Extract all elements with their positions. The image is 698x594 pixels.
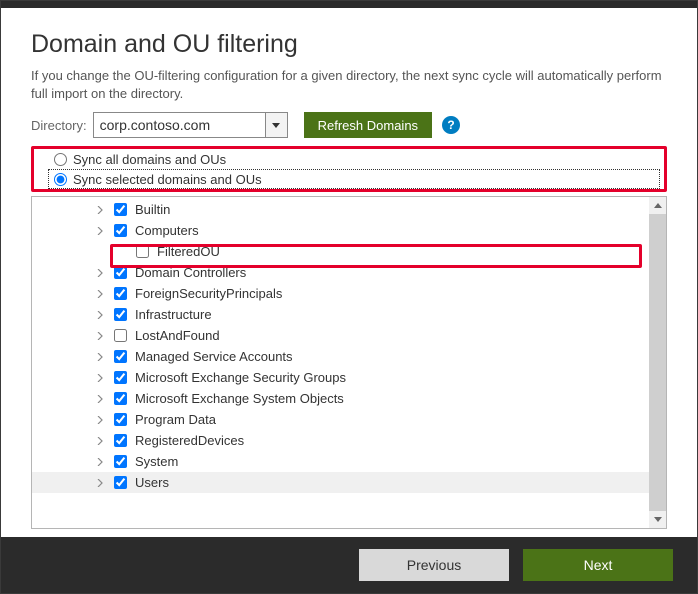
ou-checkbox[interactable] xyxy=(114,329,127,342)
directory-row: Directory: corp.contoso.com Refresh Doma… xyxy=(31,112,667,138)
tree-row[interactable]: Domain Controllers xyxy=(32,262,649,283)
wizard-window: Domain and OU filtering If you change th… xyxy=(0,0,698,594)
expander-icon[interactable] xyxy=(94,437,106,445)
sync-selected-label: Sync selected domains and OUs xyxy=(73,172,262,187)
tree-row[interactable]: Managed Service Accounts xyxy=(32,346,649,367)
ou-label: Microsoft Exchange Security Groups xyxy=(135,370,346,385)
refresh-domains-button[interactable]: Refresh Domains xyxy=(304,112,432,138)
ou-label: Microsoft Exchange System Objects xyxy=(135,391,344,406)
expander-icon[interactable] xyxy=(94,290,106,298)
expander-icon[interactable] xyxy=(94,458,106,466)
expander-icon[interactable] xyxy=(94,374,106,382)
scroll-up-button[interactable] xyxy=(649,197,666,214)
tree-row[interactable]: FilteredOU xyxy=(32,241,649,262)
tree-row[interactable]: LostAndFound xyxy=(32,325,649,346)
scroll-down-button[interactable] xyxy=(649,511,666,528)
tree-row[interactable]: Program Data xyxy=(32,409,649,430)
tree-row[interactable]: ForeignSecurityPrincipals xyxy=(32,283,649,304)
tree-row[interactable]: Builtin xyxy=(32,199,649,220)
sync-selected-option[interactable]: Sync selected domains and OUs xyxy=(48,169,660,189)
ou-checkbox[interactable] xyxy=(114,350,127,363)
ou-checkbox[interactable] xyxy=(114,371,127,384)
expander-icon[interactable] xyxy=(94,416,106,424)
ou-label: FilteredOU xyxy=(157,244,220,259)
ou-label: ForeignSecurityPrincipals xyxy=(135,286,282,301)
directory-label: Directory: xyxy=(31,118,87,133)
sync-mode-highlight: Sync all domains and OUs Sync selected d… xyxy=(31,146,667,192)
ou-checkbox[interactable] xyxy=(114,266,127,279)
ou-label: RegisteredDevices xyxy=(135,433,244,448)
ou-checkbox[interactable] xyxy=(114,455,127,468)
ou-label: Computers xyxy=(135,223,199,238)
chevron-up-icon xyxy=(654,203,662,208)
sync-all-radio[interactable] xyxy=(54,153,67,166)
tree-row[interactable]: Users xyxy=(32,472,649,493)
page-description: If you change the OU-filtering configura… xyxy=(31,67,667,102)
help-icon[interactable]: ? xyxy=(442,116,460,134)
next-button[interactable]: Next xyxy=(523,549,673,581)
ou-tree-container: Builtin Computers FilteredOU Domain Control… xyxy=(31,196,667,529)
wizard-footer: Previous Next xyxy=(1,537,697,593)
expander-icon[interactable] xyxy=(94,311,106,319)
sync-selected-radio[interactable] xyxy=(54,173,67,186)
tree-row[interactable]: Computers xyxy=(32,220,649,241)
ou-checkbox[interactable] xyxy=(114,434,127,447)
expander-icon[interactable] xyxy=(94,206,106,214)
ou-checkbox[interactable] xyxy=(114,392,127,405)
directory-value: corp.contoso.com xyxy=(94,114,265,136)
ou-label: Domain Controllers xyxy=(135,265,246,280)
expander-icon[interactable] xyxy=(94,353,106,361)
ou-checkbox[interactable] xyxy=(114,413,127,426)
ou-label: Infrastructure xyxy=(135,307,212,322)
ou-label: Users xyxy=(135,475,169,490)
page-title: Domain and OU filtering xyxy=(31,30,667,59)
chevron-down-icon xyxy=(272,123,280,128)
chevron-down-icon xyxy=(654,517,662,522)
sync-mode-group: Sync all domains and OUs Sync selected d… xyxy=(48,149,664,189)
expander-icon[interactable] xyxy=(94,395,106,403)
expander-icon[interactable] xyxy=(94,269,106,277)
expander-icon[interactable] xyxy=(94,332,106,340)
ou-tree: Builtin Computers FilteredOU Domain Control… xyxy=(32,197,649,495)
tree-row[interactable]: System xyxy=(32,451,649,472)
ou-tree-scroll[interactable]: Builtin Computers FilteredOU Domain Control… xyxy=(32,197,649,528)
expander-icon[interactable] xyxy=(94,479,106,487)
directory-combobox[interactable]: corp.contoso.com xyxy=(93,112,288,138)
vertical-scrollbar[interactable] xyxy=(649,197,666,528)
ou-label: Builtin xyxy=(135,202,170,217)
tree-row[interactable]: Microsoft Exchange Security Groups xyxy=(32,367,649,388)
ou-checkbox[interactable] xyxy=(114,287,127,300)
sync-all-option[interactable]: Sync all domains and OUs xyxy=(48,149,664,169)
ou-checkbox[interactable] xyxy=(114,308,127,321)
ou-label: Program Data xyxy=(135,412,216,427)
tree-row[interactable]: RegisteredDevices xyxy=(32,430,649,451)
tree-row[interactable]: Microsoft Exchange System Objects xyxy=(32,388,649,409)
sync-all-label: Sync all domains and OUs xyxy=(73,152,226,167)
previous-button[interactable]: Previous xyxy=(359,549,509,581)
ou-checkbox[interactable] xyxy=(136,245,149,258)
ou-label: LostAndFound xyxy=(135,328,220,343)
ou-label: Managed Service Accounts xyxy=(135,349,293,364)
scroll-thumb[interactable] xyxy=(649,214,666,511)
directory-dropdown-button[interactable] xyxy=(265,113,287,137)
expander-icon[interactable] xyxy=(94,227,106,235)
titlebar-strip xyxy=(1,1,697,8)
ou-label: System xyxy=(135,454,178,469)
ou-checkbox[interactable] xyxy=(114,476,127,489)
tree-row[interactable]: Infrastructure xyxy=(32,304,649,325)
ou-checkbox[interactable] xyxy=(114,203,127,216)
content-area: Domain and OU filtering If you change th… xyxy=(1,8,697,537)
ou-checkbox[interactable] xyxy=(114,224,127,237)
